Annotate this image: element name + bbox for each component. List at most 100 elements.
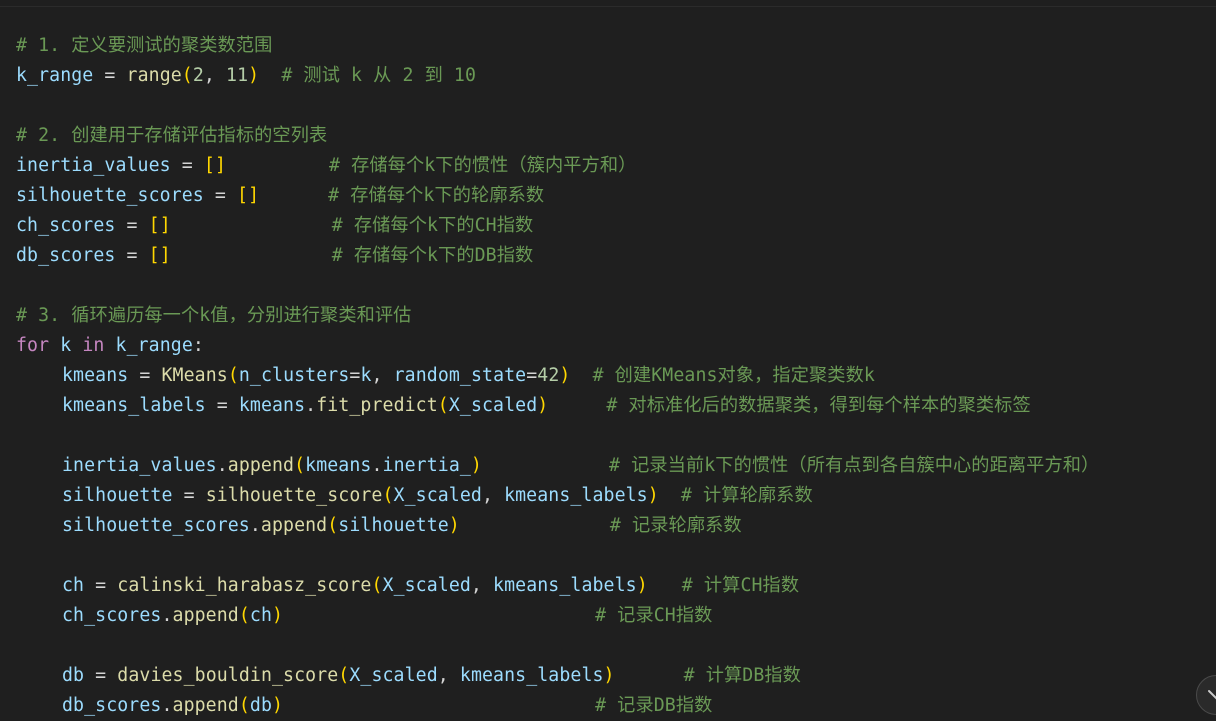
bracket: ( [238,695,250,716]
chevron-down-icon [1208,690,1216,700]
comma: , [203,65,215,86]
variable: k_range [115,335,193,356]
comment: # 记录轮廓系数 [609,515,742,536]
dot: . [305,395,317,416]
code-line: inertia_values = [] # 存储每个k下的惯性（簇内平方和） [16,151,1099,181]
argument: db [249,695,272,716]
comment: # 存储每个k下的惯性（簇内平方和） [329,155,637,176]
bracket: ( [227,365,239,386]
comment: # 创建KMeans对象，指定聚类数k [592,365,875,386]
bracket: [] [148,245,171,266]
code-line: # 2. 创建用于存储评估指标的空列表 [16,121,1099,151]
operator: = [104,65,116,86]
code-line: k_range = range(2, 11) # 测试 k 从 2 到 10 [16,61,1099,91]
dot: . [371,455,383,476]
bracket: [] [148,215,171,236]
bracket: ) [647,485,659,506]
argument: X_scaled [382,575,471,596]
operator: = [216,395,228,416]
object: inertia_values [62,455,217,476]
dot: . [161,695,173,716]
operator: = [214,185,226,206]
function-name: calinski_harabasz_score [117,575,372,596]
method-name: fit_predict [316,395,438,416]
comma: , [371,365,383,386]
bracket: ) [448,515,460,536]
number: 42 [537,365,560,386]
comment: # 计算DB指数 [683,665,801,686]
code-line: kmeans = KMeans(n_clusters=k, random_sta… [16,361,1099,391]
code-block: # 1. 定义要测试的聚类数范围 k_range = range(2, 11) … [16,31,1099,721]
method-name: append [260,515,328,536]
code-line: # 1. 定义要测试的聚类数范围 [16,31,1099,61]
comma: , [481,485,494,506]
code-line: for k in k_range: [16,331,1099,361]
keyword: for [16,335,50,356]
argument: ch [249,605,272,626]
comment: # 存储每个k下的CH指数 [331,215,534,236]
bracket: [] [237,185,260,206]
argument: random_state [393,365,527,386]
bracket: ( [437,395,449,416]
function-name: silhouette_score [205,485,383,506]
object: ch_scores [62,605,162,626]
comment: # 3. 循环遍历每一个k值，分别进行聚类和评估 [16,305,412,326]
argument: X_scaled [448,395,538,416]
code-line: ch = calinski_harabasz_score(X_scaled, k… [16,571,1099,601]
number: 11 [226,65,249,86]
dot: . [249,515,261,536]
operator: = [126,215,138,236]
bracket: ) [272,695,284,716]
variable: db_scores [16,245,116,266]
code-line: ch_scores = [] # 存储每个k下的CH指数 [16,211,1099,241]
object: kmeans [305,455,372,476]
code-line: silhouette_scores.append(silhouette) # 记录… [16,511,1099,541]
bracket: ( [181,65,193,86]
function-name: range [126,65,182,86]
comma: , [470,575,482,596]
code-line: kmeans_labels = kmeans.fit_predict(X_sca… [16,391,1099,421]
number: 2 [192,65,204,86]
comment: # 测试 k 从 2 到 10 [281,65,477,86]
operator: = [526,365,538,386]
bracket: ) [559,365,571,386]
argument: X_scaled [349,665,438,686]
argument: k [360,365,372,386]
bracket: ( [238,605,250,626]
method-name: append [172,605,239,626]
bracket: [] [203,155,226,176]
bracket: ) [248,65,260,86]
code-line: inertia_values.append(kmeans.inertia_) # … [16,451,1099,481]
code-line: db = davies_bouldin_score(X_scaled, kmea… [16,661,1099,691]
bracket: ) [636,575,648,596]
variable: ch [62,575,85,596]
comment: # 对标准化后的数据聚类，得到每个样本的聚类标签 [606,395,1031,416]
bracket: ( [338,665,350,686]
variable: k [60,335,72,356]
operator: = [181,155,193,176]
operator: = [95,665,107,686]
object: kmeans [238,395,306,416]
function-name: KMeans [161,365,228,386]
comment: # 计算轮廓系数 [680,485,813,506]
argument: kmeans_labels [504,485,648,506]
attribute: inertia_ [382,455,471,476]
method-name: append [227,455,295,476]
variable: k_range [16,65,94,86]
argument: silhouette [338,515,449,536]
comment: # 1. 定义要测试的聚类数范围 [16,35,273,56]
variable: silhouette_scores [16,185,204,206]
scroll-to-bottom-button[interactable] [1196,675,1216,715]
comment: # 计算CH指数 [681,575,800,596]
code-line: # 3. 循环遍历每一个k值，分别进行聚类和评估 [16,301,1099,331]
bracket: ( [371,575,383,596]
code-editor[interactable]: # 1. 定义要测试的聚类数范围 k_range = range(2, 11) … [0,6,1216,718]
code-line: db_scores.append(db) # 记录DB指数 [16,691,1099,721]
operator: = [126,245,138,266]
colon: : [192,335,204,356]
comment: # 记录CH指数 [595,605,713,626]
